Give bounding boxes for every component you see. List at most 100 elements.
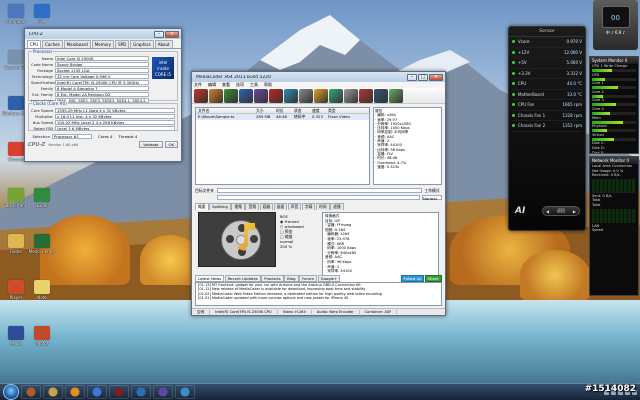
taskbar-app-icon[interactable] — [131, 385, 151, 399]
news-tab[interactable]: Forum — [299, 275, 318, 282]
app-icon — [34, 280, 50, 294]
info-value: 32 nm Core Voltage 0.996 V — [55, 73, 149, 79]
validate-button[interactable]: Validate — [139, 141, 163, 148]
preview-option[interactable]: 200 % — [280, 244, 316, 249]
status-field: Video: H.264 — [278, 310, 312, 314]
column-header[interactable]: 大小 — [254, 108, 274, 113]
clock-gadget[interactable]: 00 中 ♪ 6.9 ♪ — [593, 0, 638, 50]
toolbar-button[interactable] — [269, 88, 283, 103]
taskbar-app-icon[interactable] — [21, 385, 41, 399]
tab-memory[interactable]: Memory — [91, 40, 115, 48]
toolbar-button[interactable] — [359, 88, 373, 103]
toolbar-button[interactable] — [314, 88, 328, 103]
mediacoder-window[interactable]: MediaCoder x64 2011 build 5220 – □ × 文件编… — [191, 71, 446, 316]
menu-item[interactable]: 文件 — [194, 82, 202, 88]
column-header[interactable]: 状态 — [292, 108, 310, 113]
tab-spd[interactable]: SPD — [115, 40, 130, 48]
file-list[interactable]: 文件名 大小 时长 状态 速度 类型 E:\Movie\Sample.ts 289 MB 46… — [195, 107, 370, 185]
ok-button[interactable]: OK — [164, 141, 178, 148]
menu-item[interactable]: 帮助 — [264, 82, 272, 88]
desktop-icon[interactable]: Note — [28, 280, 56, 308]
tab-about[interactable]: About — [154, 40, 173, 48]
start-button[interactable] — [3, 384, 19, 400]
sensor-nav[interactable]: ◀ 返回 ▶ — [542, 206, 580, 216]
column-header[interactable]: 文件名 — [196, 108, 254, 113]
news-item[interactable]: [01-01] MediaCoder updated with more con… — [198, 296, 439, 300]
menu-item[interactable]: 编辑 — [208, 82, 216, 88]
news-tab[interactable]: Blog — [284, 275, 299, 282]
next-arrow-icon[interactable]: ▶ — [573, 209, 576, 214]
cpuz-titlebar[interactable]: CPU-Z – × — [25, 29, 181, 39]
minimize-button[interactable]: – — [407, 73, 417, 81]
close-button[interactable]: × — [165, 30, 179, 38]
toolbar-button[interactable] — [344, 88, 358, 103]
news-tab[interactable]: Google+ — [317, 275, 341, 282]
menu-item[interactable]: 工具 — [250, 82, 258, 88]
info-value: 6 Model A Stepping 7 — [55, 85, 149, 91]
desktop-icon[interactable]: eMule — [2, 326, 30, 354]
file-row[interactable]: E:\Movie\Sample.ts 289 MB 46:46 转码中 0.323 Fla… — [196, 114, 369, 120]
column-header[interactable]: 速度 — [310, 108, 326, 113]
settings-tab[interactable]: 时间 — [315, 203, 330, 210]
taskbar-app-icon[interactable] — [65, 385, 85, 399]
desktop-icon[interactable]: Player — [2, 280, 30, 308]
system-monitor-gadget[interactable]: System Monitor II CPU 1 Write Charge CPU C… — [589, 56, 639, 154]
toolbar-button[interactable] — [224, 88, 238, 103]
minimize-button[interactable]: – — [154, 30, 164, 38]
settings-tab[interactable]: 画面 — [273, 203, 288, 210]
close-button[interactable]: × — [429, 73, 443, 81]
news-tab[interactable]: Products — [261, 275, 284, 282]
taskbar-app-icon[interactable] — [87, 385, 107, 399]
mediacoder-titlebar[interactable]: MediaCoder x64 2011 build 5220 – □ × — [192, 72, 445, 82]
sub-input[interactable] — [217, 195, 420, 200]
output-folder-input[interactable] — [217, 188, 422, 193]
maximize-button[interactable]: □ — [418, 73, 428, 81]
network-monitor-gadget[interactable]: Network Monitor II Local Area Connection… — [589, 156, 639, 296]
settings-tab[interactable]: 声音 — [287, 203, 302, 210]
sensor-gadget[interactable]: Sensor Vcore 0.970 V +12V 12.000 V +5V 5.060 … — [508, 26, 586, 231]
menu-item[interactable]: 查看 — [222, 82, 230, 88]
toolbar-button[interactable] — [194, 88, 208, 103]
column-header[interactable]: 时长 — [274, 108, 292, 113]
desktop-icon[interactable]: Photos — [28, 326, 56, 354]
desktop-icon[interactable]: Folder — [2, 234, 30, 262]
menu-item[interactable]: 选项 — [236, 82, 244, 88]
toolbar-button[interactable] — [374, 88, 388, 103]
desktop-icon[interactable]: Bit Torrent — [2, 188, 30, 216]
news-tab[interactable]: Recent Updates — [224, 275, 261, 282]
settings-tab[interactable]: 概要 — [195, 203, 209, 210]
taskbar-app-icon[interactable] — [43, 385, 63, 399]
settings-tab[interactable]: Splitting — [209, 203, 231, 210]
settings-tab[interactable]: 容器 — [259, 203, 274, 210]
desktop-icon[interactable]: Media Center — [28, 234, 56, 262]
taskbar-app-icon[interactable] — [153, 385, 173, 399]
tab-caches[interactable]: Caches — [42, 40, 63, 48]
tab-cpu[interactable]: CPU — [27, 40, 42, 48]
column-header[interactable]: 类型 — [326, 108, 366, 113]
toolbar-button[interactable] — [389, 88, 403, 103]
settings-tab[interactable]: 音频 — [245, 203, 260, 210]
mode-select[interactable]: Normal — [422, 195, 442, 201]
tab-mainboard[interactable]: Mainboard — [63, 40, 91, 48]
toolbar-button[interactable] — [284, 88, 298, 103]
file-cell: E:\Movie\Sample.ts — [198, 114, 235, 119]
share-button[interactable]: Share — [424, 275, 442, 282]
toolbar-button[interactable] — [329, 88, 343, 103]
desktop-icon[interactable]: Excel — [28, 188, 56, 216]
taskbar-app-icon[interactable] — [109, 385, 129, 399]
tab-graphics[interactable]: Graphics — [130, 40, 154, 48]
follow-button[interactable]: Follow us — [400, 275, 425, 282]
taskbar-app-icon[interactable] — [175, 385, 195, 399]
news-tab[interactable]: Latest News — [195, 275, 225, 282]
toolbar-button[interactable] — [254, 88, 268, 103]
toolbar-button[interactable] — [299, 88, 313, 103]
settings-tab[interactable]: 视频 — [231, 203, 245, 210]
toolbar-button[interactable] — [209, 88, 223, 103]
prev-arrow-icon[interactable]: ◀ — [546, 209, 549, 214]
settings-tab[interactable]: 字幕 — [301, 203, 316, 210]
cpuz-window[interactable]: CPU-Z – × CPU Caches Mainboard Memory SPD Gra… — [24, 28, 182, 162]
tree-item[interactable]: · 采样率: 44100 — [325, 269, 436, 274]
toolbar-button[interactable] — [239, 88, 253, 103]
selection-dropdown[interactable]: Processor #1 — [52, 133, 92, 139]
settings-tab[interactable]: 滤镜 — [330, 203, 344, 210]
